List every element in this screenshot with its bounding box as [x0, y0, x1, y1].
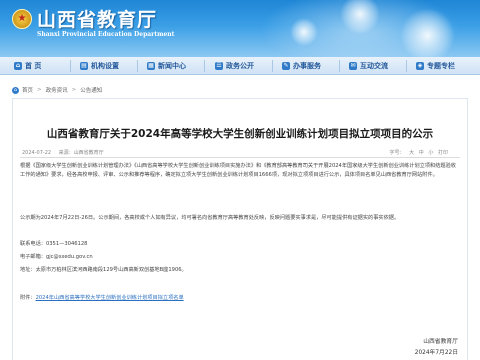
article-paragraph: 公示期为2024年7月22日-26日。公示期间，各高校或个人如有异议，均可署名向…: [20, 215, 400, 221]
article-paragraph: 根据《国家级大学生创新创业训练计划管理办法》《山西省高等学校大学生创新创业训练项…: [20, 163, 456, 178]
topic-icon: ◈: [416, 62, 424, 70]
attachment-link[interactable]: 2024年山西省高等学校大学生创新创业训练计划项目拟立项名单: [36, 295, 184, 301]
phone-label: 联系电话：: [20, 241, 46, 247]
nav-news[interactable]: ▦ 新闻中心: [147, 57, 186, 75]
font-size-small[interactable]: 小: [428, 150, 433, 156]
title-divider: [20, 157, 460, 158]
contact-phone: 联系电话：0351—3046128: [20, 240, 87, 247]
address-value: 太原市万柏林区滨河西路南段129号山西高新双创基地B座1906。: [35, 267, 187, 273]
attachment-label: 附件：: [20, 295, 36, 301]
nav-label: 首 页: [25, 62, 42, 70]
email-value: gjc@sxedu.gov.cn: [45, 254, 93, 260]
nav-home[interactable]: ⌂ 首 页: [14, 57, 41, 75]
chat-icon: ✉: [349, 62, 357, 70]
national-emblem-icon: [12, 9, 32, 29]
email-label: 电子邮箱：: [20, 254, 46, 260]
address-label: 地址：: [20, 267, 36, 273]
news-icon: ▦: [147, 62, 155, 70]
site-subtitle: Shanxi Provincial Education Department: [37, 31, 175, 38]
nav-interaction[interactable]: ✉ 互动交流: [349, 57, 388, 75]
contact-address: 地址：太原市万柏林区滨河西路南段129号山西高新双创基地B座1906。: [20, 266, 187, 273]
contact-email: 电子邮箱：gjc@sxedu.gov.cn: [20, 253, 93, 260]
nav-label: 专题专栏: [427, 62, 455, 70]
nav-divider: [272, 60, 273, 72]
font-size-medium[interactable]: 中: [419, 150, 424, 156]
dandelion-decoration: [400, 8, 455, 57]
site-title[interactable]: 山西省教育厅: [37, 5, 157, 32]
nav-label: 机构设置: [91, 62, 119, 70]
signature-date: 2024年7月22日: [414, 350, 458, 356]
site-header: 山西省教育厅 Shanxi Provincial Education Depar…: [0, 0, 480, 57]
font-size-label: 字号：: [389, 150, 405, 156]
nav-divider: [70, 60, 71, 72]
nav-government-affairs[interactable]: ☰ 政务公开: [215, 57, 254, 75]
nav-services[interactable]: ✎ 办事服务: [282, 57, 321, 75]
breadcrumb-separator: >: [71, 87, 77, 93]
font-size-controls: 字号： 大 中 小 打印: [387, 149, 448, 156]
attachment: 附件：2024年山西省高等学校大学生创新创业训练计划项目拟立项名单: [20, 294, 184, 301]
home-icon: ⌂: [14, 62, 22, 70]
breadcrumb-home[interactable]: 首页: [22, 86, 33, 94]
article-title: 山西省教育厅关于2024年高等学校大学生创新创业训练计划项目拟立项项目的公示: [46, 128, 434, 140]
phone-value: 0351—3046128: [45, 241, 88, 247]
main-nav: ⌂ 首 页 ▤ 机构设置 ▦ 新闻中心 ☰ 政务公开 ✎ 办事服务 ✉ 互动交流…: [0, 57, 480, 75]
font-size-large[interactable]: 大: [409, 150, 414, 156]
breadcrumb: ⌂ 首页 > 政务资讯 > 公告通知: [12, 84, 102, 96]
print-button[interactable]: 打印: [438, 150, 448, 156]
nav-label: 新闻中心: [158, 62, 186, 70]
breadcrumb-level1[interactable]: 政务资讯: [46, 86, 68, 94]
article-meta: 2024-07-22 来源：山西省教育厅: [22, 149, 110, 156]
nav-topics[interactable]: ◈ 专题专栏: [416, 57, 455, 75]
article-date: 2024-07-22: [22, 150, 52, 156]
home-icon: ⌂: [12, 86, 19, 94]
dandelion-decoration: [290, 18, 318, 46]
document-icon: ☰: [215, 62, 223, 70]
breadcrumb-separator: >: [37, 87, 42, 93]
nav-organization[interactable]: ▤ 机构设置: [80, 57, 119, 75]
nav-divider: [339, 60, 340, 72]
nav-divider: [137, 60, 138, 72]
nav-label: 政务公开: [226, 62, 254, 70]
signature-org: 山西省教育厅: [423, 339, 458, 345]
nav-divider: [406, 60, 407, 72]
nav-label: 办事服务: [293, 62, 321, 70]
organization-icon: ▤: [80, 62, 88, 70]
nav-divider: [204, 60, 205, 72]
nav-label: 互动交流: [360, 62, 388, 70]
service-icon: ✎: [282, 62, 290, 70]
breadcrumb-level2[interactable]: 公告通知: [80, 86, 102, 94]
article-source: 来源：山西省教育厅: [58, 150, 104, 156]
